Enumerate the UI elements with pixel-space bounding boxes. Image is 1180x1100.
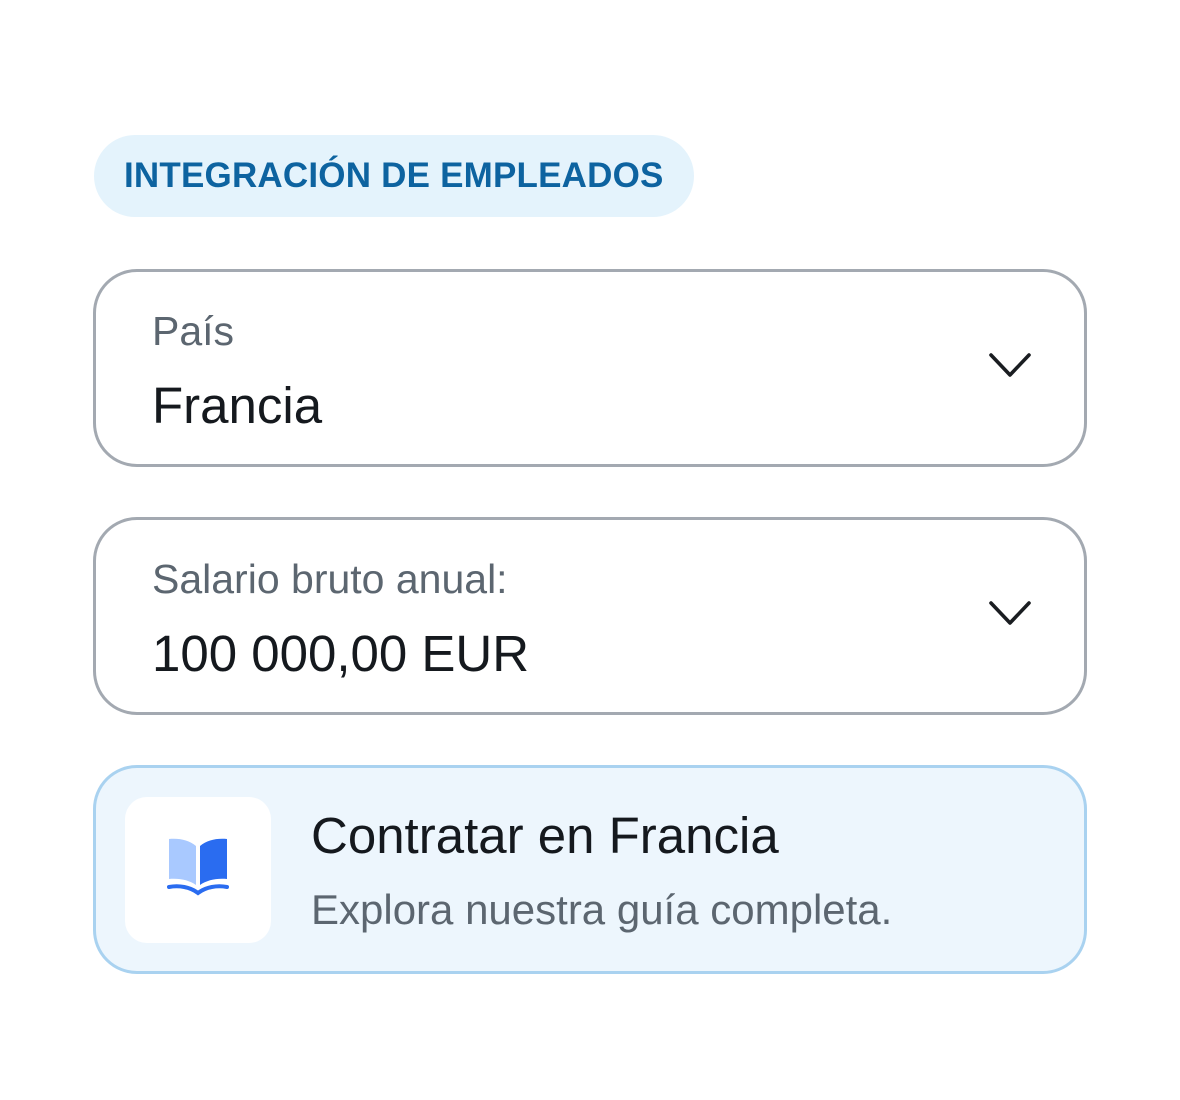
page: INTEGRACIÓN DE EMPLEADOS País Francia Sa… [0,0,1180,1100]
salary-value: 100 000,00 EUR [152,625,530,682]
country-value: Francia [152,377,323,434]
country-label: País [152,308,235,354]
section-badge: INTEGRACIÓN DE EMPLEADOS [94,135,694,217]
chevron-down-icon[interactable] [988,350,1032,380]
hiring-guide-card[interactable]: Contratar en Francia Explora nuestra guí… [93,765,1087,974]
country-select[interactable]: País Francia [93,269,1087,467]
salary-select[interactable]: Salario bruto anual: 100 000,00 EUR [93,517,1087,715]
book-icon [167,838,229,896]
card-subtitle: Explora nuestra guía completa. [311,886,893,933]
icon-tile [125,797,271,943]
card-title: Contratar en Francia [311,807,779,864]
chevron-down-icon[interactable] [988,598,1032,628]
salary-label: Salario bruto anual: [152,556,508,602]
